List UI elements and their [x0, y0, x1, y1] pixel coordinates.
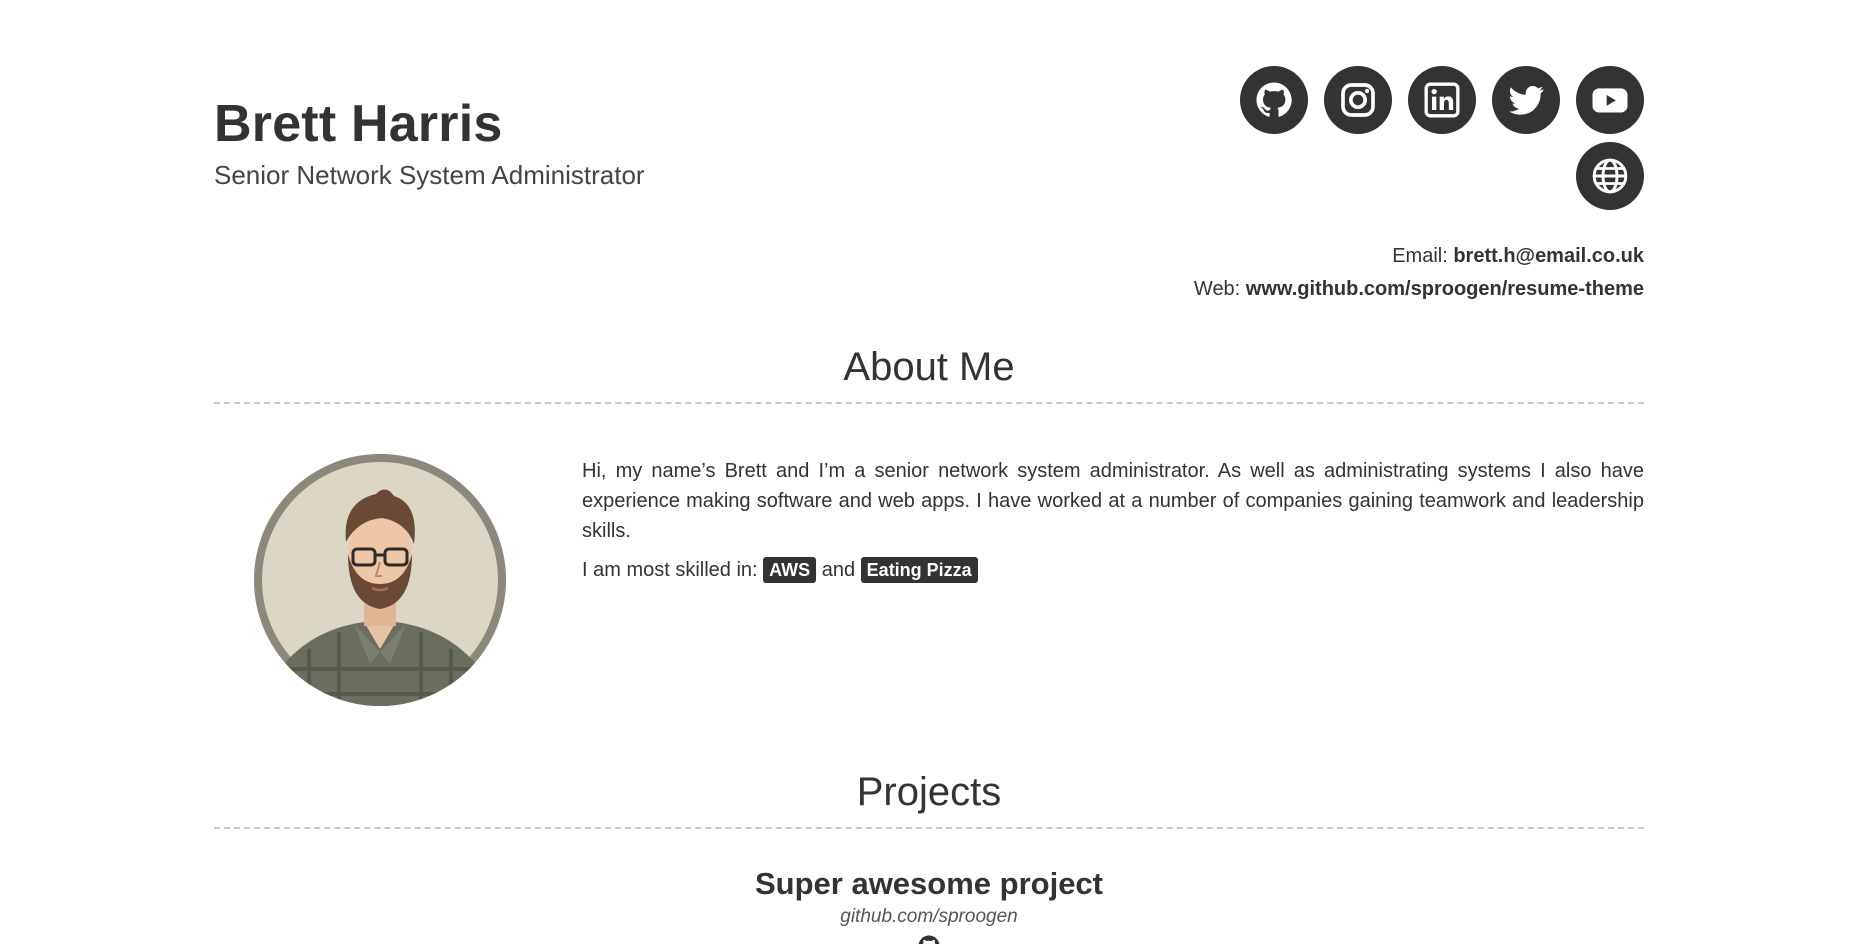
website-link[interactable]	[1576, 142, 1644, 210]
web-row: Web: www.github.com/sproogen/resume-them…	[1194, 273, 1644, 306]
github-link[interactable]	[1240, 66, 1308, 134]
skill-badge-pizza: Eating Pizza	[860, 557, 978, 583]
email-label: Email:	[1392, 245, 1454, 267]
resume-page: Brett Harris Senior Network System Admin…	[0, 0, 1852, 944]
skill-badge-aws: AWS	[763, 557, 817, 583]
web-link[interactable]: www.github.com/sproogen/resume-theme	[1246, 278, 1644, 300]
skills-prefix: I am most skilled in:	[582, 559, 764, 581]
twitter-icon	[1509, 86, 1544, 115]
project-title: Super awesome project	[754, 866, 1103, 901]
email-row: Email: brett.h@email.co.uk	[1194, 240, 1644, 273]
linkedin-icon	[1424, 82, 1460, 118]
projects-divider	[214, 827, 1644, 829]
social-links	[1224, 66, 1644, 210]
avatar-illustration	[254, 454, 506, 706]
about-text: Hi, my name’s Brett and I’m a senior net…	[582, 460, 1644, 542]
project-link[interactable]: github.com/sproogen	[214, 906, 1644, 928]
avatar	[254, 454, 506, 706]
github-icon	[1256, 82, 1292, 117]
skills-line: I am most skilled in: AWS and Eating Piz…	[582, 555, 978, 585]
email-link[interactable]: brett.h@email.co.uk	[1453, 245, 1644, 267]
contact-info: Email: brett.h@email.co.uk Web: www.gith…	[1194, 240, 1644, 306]
skills-and: and	[816, 559, 861, 581]
youtube-link[interactable]	[1576, 66, 1644, 134]
web-label: Web:	[1193, 278, 1246, 300]
github-icon[interactable]	[917, 934, 941, 944]
linkedin-link[interactable]	[1408, 66, 1476, 134]
about-divider	[214, 402, 1644, 404]
instagram-link[interactable]	[1324, 66, 1392, 134]
person-name: Brett Harris	[214, 95, 503, 153]
youtube-icon	[1592, 88, 1628, 113]
instagram-icon	[1341, 83, 1375, 117]
projects-heading: Projects	[856, 770, 1002, 814]
twitter-link[interactable]	[1492, 66, 1560, 134]
globe-icon	[1592, 158, 1628, 194]
about-heading: About Me	[843, 345, 1015, 389]
person-title: Senior Network System Administrator	[214, 160, 645, 190]
